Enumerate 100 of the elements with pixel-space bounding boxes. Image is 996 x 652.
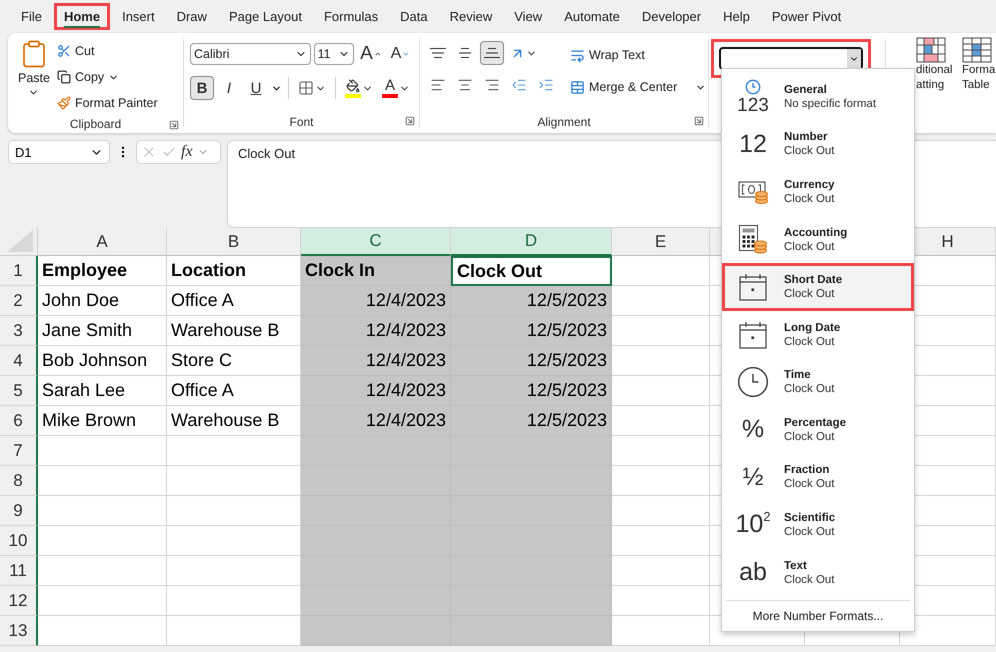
launcher-icon[interactable]	[694, 116, 704, 126]
menu-item[interactable]: Short Date Clock Out	[722, 263, 914, 311]
menu-tab[interactable]: Data	[390, 3, 438, 30]
menu-item[interactable]: ab Text Clock Out	[722, 548, 914, 596]
table-cell: Office A	[167, 376, 301, 406]
menu-tab[interactable]: Power Pivot	[762, 3, 852, 30]
insert-function-button[interactable]: fx	[181, 143, 193, 161]
italic-button[interactable]: I	[217, 76, 241, 100]
shrink-font-button[interactable]: A	[388, 42, 414, 66]
column-header[interactable]: A	[38, 228, 167, 256]
format-example: No specific format	[784, 98, 876, 110]
format-painter-button[interactable]: Format Painter	[54, 91, 161, 115]
table-cell: Clock Out	[451, 256, 612, 286]
menu-item[interactable]: Long Date Clock Out	[722, 310, 914, 358]
row-header[interactable]: 1	[0, 256, 38, 286]
row-header[interactable]: 10	[0, 526, 38, 556]
align-left-icon	[430, 77, 446, 93]
cut-button[interactable]: Cut	[54, 39, 161, 63]
vertical-align-button[interactable]	[480, 41, 504, 65]
caret-icon[interactable]	[374, 50, 382, 58]
paste-button[interactable]: Paste	[14, 37, 54, 115]
group-title: Font	[289, 115, 314, 129]
menu-item[interactable]: % Percentage Clock Out	[722, 406, 914, 454]
wrap-text-button[interactable]: Wrap Text	[567, 43, 710, 67]
menu-item[interactable]: Accounting Clock Out	[722, 216, 914, 264]
row-header[interactable]: 5	[0, 376, 38, 406]
borders-icon	[298, 80, 314, 96]
menu-item[interactable]: ½ Fraction Clock Out	[722, 454, 914, 502]
font-size-select[interactable]: 11	[314, 43, 354, 65]
menu-item[interactable]: Time Clock Out	[722, 358, 914, 406]
row-header[interactable]: 7	[0, 436, 38, 466]
row-header[interactable]: 6	[0, 406, 38, 436]
table-cell: 12/5/2023	[451, 286, 612, 316]
grow-font-button[interactable]: A	[357, 42, 385, 66]
row-header[interactable]: 3	[0, 316, 38, 346]
menu-tab[interactable]: Home	[54, 3, 110, 30]
paint-bucket-icon	[346, 78, 360, 92]
menu-tab[interactable]: Insert	[112, 3, 165, 30]
table-cell: 12/5/2023	[451, 316, 612, 346]
menu-tab[interactable]: Developer	[632, 3, 712, 30]
underline-button[interactable]: U	[244, 76, 268, 100]
launcher-icon[interactable]	[169, 120, 179, 130]
align-bottom-icon	[484, 48, 500, 58]
table-cell: Bob Johnson	[38, 346, 167, 376]
row-header[interactable]: 4	[0, 346, 38, 376]
menu-tab[interactable]: Draw	[166, 3, 217, 30]
table-cell: 12/4/2023	[301, 406, 451, 436]
merge-center-button[interactable]: Merge & Center	[567, 75, 710, 99]
copy-button[interactable]: Copy	[54, 65, 161, 89]
font-name-select[interactable]: Calibri	[190, 43, 311, 65]
color-bar	[382, 94, 398, 98]
format-example: Clock Out	[784, 383, 834, 396]
table-cell: 12/4/2023	[301, 316, 451, 346]
format-symbol: ab	[739, 560, 767, 586]
format-name: Scientific	[784, 512, 836, 524]
format-example: Clock Out	[784, 478, 834, 490]
scissors-icon	[56, 44, 71, 58]
menu-item[interactable]: 12 Number Clock Out	[722, 120, 914, 168]
format-example: Clock Out	[784, 240, 836, 253]
menu-tab[interactable]: File	[11, 3, 52, 30]
calendar-icon	[739, 320, 767, 349]
menu-tab[interactable]: Help	[713, 3, 760, 30]
menu-tab[interactable]: Formulas	[314, 3, 388, 30]
name-box[interactable]: D1	[8, 140, 110, 164]
menu-tab[interactable]: View	[504, 3, 552, 30]
column-header[interactable]: E	[612, 228, 710, 256]
table-cell: 12/4/2023	[301, 376, 451, 406]
copy-icon	[56, 70, 71, 84]
table-cell: 12/5/2023	[451, 406, 612, 436]
menu-tab[interactable]: Page Layout	[218, 3, 312, 30]
format-as-table-button[interactable]: Forma Table	[960, 33, 994, 133]
launcher-icon[interactable]	[405, 116, 415, 126]
format-symbol: %	[742, 417, 764, 442]
format-example: Clock Out	[784, 574, 834, 586]
bold-button[interactable]: B	[190, 76, 214, 100]
clock-icon	[738, 367, 768, 398]
column-header[interactable]: B	[167, 228, 301, 256]
format-name: General	[784, 84, 828, 96]
table-cell: Office A	[167, 286, 301, 316]
decrease-indent-icon	[511, 77, 527, 93]
font-color-button[interactable]: A	[379, 76, 413, 100]
row-header[interactable]: 9	[0, 496, 38, 526]
row-header[interactable]: 2	[0, 286, 38, 316]
menu-item[interactable]: 10$^{2}$ Scientific Clock Out	[722, 501, 914, 549]
menu-tab[interactable]: Review	[440, 3, 502, 30]
format-name: Time	[784, 369, 812, 382]
align-center-icon	[457, 77, 473, 93]
menu-tab[interactable]: Automate	[554, 3, 630, 30]
table-cell: Jane Smith	[38, 316, 167, 346]
menu-item[interactable]: 123 General No specific format	[722, 73, 914, 121]
calendar-icon	[739, 273, 767, 302]
row-header[interactable]: 13	[0, 616, 38, 646]
row-header[interactable]: 12	[0, 586, 38, 616]
menu-item[interactable]: Currency Clock Out	[722, 168, 914, 216]
column-header[interactable]: D	[451, 228, 612, 256]
calculator-coins-icon	[739, 225, 767, 254]
group-title: Clipboard	[70, 117, 122, 131]
column-header[interactable]: C	[301, 228, 451, 256]
row-header[interactable]: 8	[0, 466, 38, 496]
row-header[interactable]: 11	[0, 556, 38, 586]
